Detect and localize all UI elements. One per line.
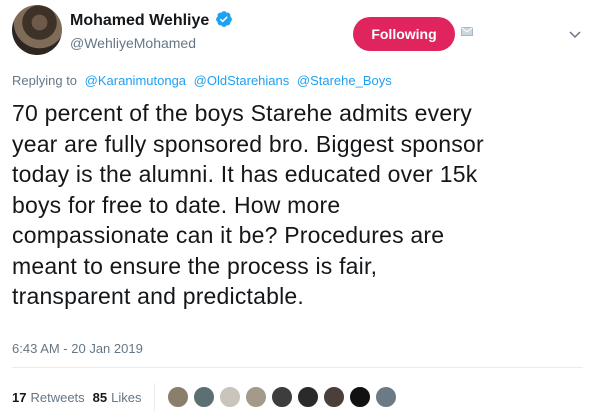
replying-to-label: Replying to: [12, 73, 78, 88]
verified-badge-icon: [216, 11, 233, 27]
following-button[interactable]: Following: [353, 17, 455, 51]
retweets-count: 17: [12, 389, 27, 405]
liker-avatar[interactable]: [192, 386, 215, 408]
likes-count: 85: [92, 389, 108, 405]
replying-to: Replying to @Karanimutonga @OldStarehian…: [12, 73, 392, 88]
liker-avatar[interactable]: [218, 386, 241, 408]
direct-message-icon[interactable]: [461, 27, 473, 36]
divider: [12, 367, 583, 368]
liker-avatar[interactable]: [166, 386, 189, 408]
liker-avatar[interactable]: [348, 386, 371, 408]
user-handle[interactable]: @WehliyeMohamed: [70, 35, 233, 51]
divider: [153, 383, 155, 411]
mention-link[interactable]: @Starehe_Boys: [297, 73, 392, 88]
tweet-text: 70 percent of the boys Starehe admits ev…: [12, 100, 484, 309]
tweet-stats: 17 Retweets 85 Likes: [12, 383, 401, 411]
display-name[interactable]: Mohamed Wehliye: [70, 12, 209, 29]
likes-stat[interactable]: 85 Likes: [93, 390, 142, 405]
tweet-header: Mohamed Wehliye @WehliyeMohamed Followin…: [12, 5, 583, 60]
retweets-stat[interactable]: 17 Retweets: [12, 390, 85, 405]
liker-avatar[interactable]: [322, 386, 345, 408]
liker-avatars: [166, 386, 401, 408]
tweet-timestamp[interactable]: 6:43 AM - 20 Jan 2019: [12, 341, 143, 356]
liker-avatar[interactable]: [270, 386, 293, 408]
avatar[interactable]: [12, 5, 62, 55]
mention-link[interactable]: @Karanimutonga: [85, 73, 186, 88]
user-info: Mohamed Wehliye @WehliyeMohamed: [70, 10, 233, 51]
likes-label: Likes: [111, 389, 142, 405]
liker-avatar[interactable]: [296, 386, 319, 408]
chevron-down-icon[interactable]: [569, 31, 581, 39]
mention-link[interactable]: @OldStarehians: [194, 73, 290, 88]
liker-avatar[interactable]: [244, 386, 267, 408]
retweets-label: Retweets: [30, 389, 85, 405]
liker-avatar[interactable]: [374, 386, 397, 408]
